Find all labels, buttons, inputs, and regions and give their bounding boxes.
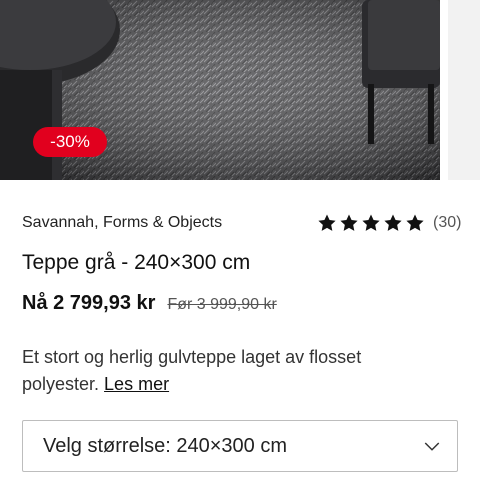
description-text: Et stort og herlig gulvteppe laget av fl… xyxy=(22,347,362,394)
price-row: Nå 2 799,93 kr Før 3 999,90 kr xyxy=(22,292,277,315)
chevron-down-icon xyxy=(424,442,440,451)
review-count: (30) xyxy=(433,214,462,231)
star-icon xyxy=(406,214,424,231)
star-icon xyxy=(384,214,402,231)
rating-stars xyxy=(317,213,425,233)
size-select[interactable]: Velg størrelse: 240×300 cm xyxy=(22,420,458,472)
product-brand[interactable]: Savannah, Forms & Objects xyxy=(22,214,222,232)
discount-badge: -30% xyxy=(33,127,107,157)
product-rating[interactable]: (30) xyxy=(317,212,461,234)
size-select-label: Velg størrelse: 240×300 cm xyxy=(43,434,288,457)
product-title: Teppe grå - 240×300 cm xyxy=(22,251,251,274)
next-image-preview[interactable] xyxy=(448,0,480,180)
read-more-link[interactable]: Les mer xyxy=(104,374,169,394)
current-price: Nå 2 799,93 kr xyxy=(22,292,156,314)
star-icon xyxy=(340,214,358,231)
previous-price: Før 3 999,90 kr xyxy=(167,296,277,313)
star-icon xyxy=(318,214,336,231)
star-icon xyxy=(362,214,380,231)
product-description: Et stort og herlig gulvteppe laget av fl… xyxy=(22,344,442,398)
